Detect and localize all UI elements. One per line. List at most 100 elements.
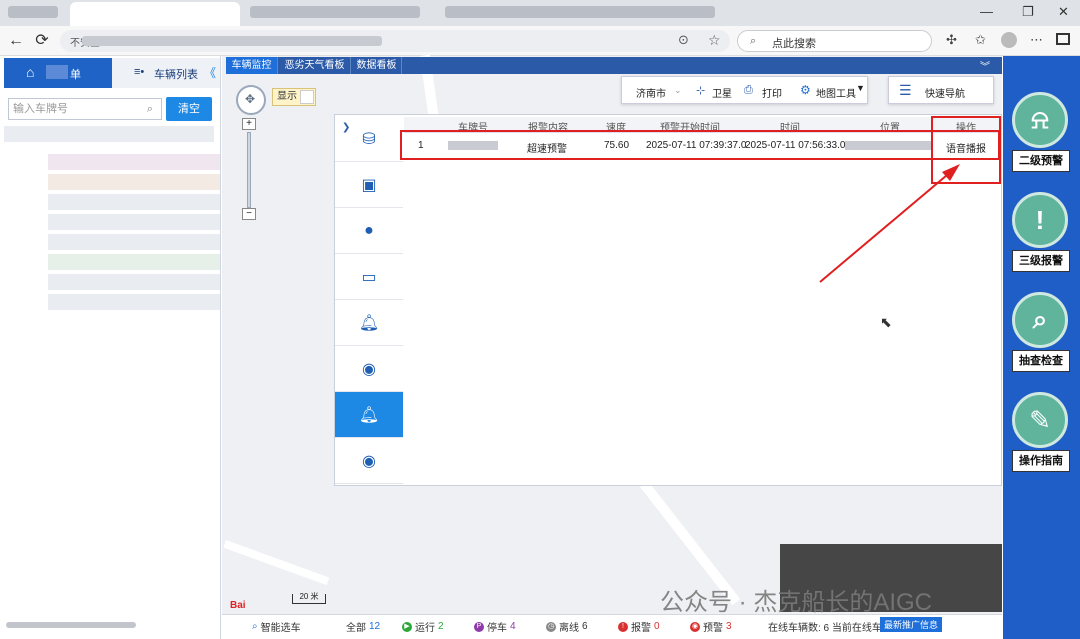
tab-data-board[interactable]: 数据看板 — [352, 57, 402, 74]
bell-active-icon[interactable]: 🔔︎ — [335, 392, 403, 438]
tree-row[interactable] — [48, 214, 220, 230]
refresh-icon[interactable]: ⟳ — [32, 31, 52, 51]
bell-icon[interactable]: 🔔︎ — [335, 300, 403, 346]
message-icon[interactable]: ● — [335, 208, 403, 254]
tree-row[interactable] — [4, 126, 214, 142]
shield-search-icon[interactable]: ⌕ — [1012, 292, 1068, 348]
spot-check-button[interactable]: 抽查检查 — [1012, 350, 1070, 372]
alarm-label: 报警 — [631, 623, 651, 634]
tab-weather-board[interactable]: 恶劣天气看板 — [279, 57, 351, 74]
zoom-track[interactable] — [247, 132, 251, 208]
offline-icon: ◷ — [546, 621, 556, 632]
alarm-icon: ! — [618, 621, 628, 632]
map-logo: Bai — [230, 600, 246, 611]
all-count: 12 — [369, 621, 381, 632]
map-tools-button[interactable]: 地图工具 — [816, 85, 856, 100]
level3-alarm-button[interactable]: 三级报警 — [1012, 250, 1070, 272]
filter-running[interactable]: ▶ 运行 2 — [402, 619, 444, 634]
search-placeholder: 点此搜索 — [772, 38, 816, 50]
search-icon: ⌕ — [146, 103, 153, 115]
smart-select-button[interactable]: ⌕ 智能选车 — [252, 619, 301, 634]
browser-tab[interactable] — [250, 6, 420, 18]
menu-lines-icon: ☰ — [899, 82, 912, 98]
tree-row[interactable] — [48, 234, 220, 250]
browser-tab[interactable] — [8, 6, 58, 18]
city-select[interactable]: 济南市 — [636, 85, 666, 100]
filter-warning[interactable]: ◉ 预警 3 — [690, 619, 732, 634]
refresh-info-button[interactable]: 最新推广信息 — [880, 617, 943, 632]
filter-offline[interactable]: ◷ 离线 6 — [546, 619, 588, 634]
offline-count: 6 — [582, 621, 588, 632]
browser-tab-active[interactable] — [70, 2, 240, 26]
siren-icon[interactable]: ⍾ — [1012, 92, 1068, 148]
tree-row[interactable] — [48, 154, 220, 170]
toggle-knob[interactable] — [300, 90, 314, 104]
warning-icon[interactable]: ! — [1012, 192, 1068, 248]
vehicle-alarm-icon[interactable]: ⛁ — [335, 116, 403, 162]
home-icon: ⌂ — [26, 64, 35, 80]
parked-label: 停车 — [487, 623, 507, 634]
more-icon[interactable]: ⊙ — [678, 32, 689, 48]
browser-tab[interactable] — [445, 6, 715, 18]
quick-nav-label: 快速导航 — [925, 89, 965, 100]
tree-row[interactable] — [48, 254, 220, 270]
running-icon: ▶ — [402, 621, 412, 632]
smart-select-label: 智能选车 — [260, 623, 301, 634]
zoom-out-icon[interactable]: − — [242, 208, 256, 220]
device-icon[interactable]: ▭ — [335, 254, 403, 300]
tab-list[interactable]: ⌂ 单 — [4, 58, 112, 88]
zoom-in-icon[interactable]: + — [242, 118, 256, 130]
pan-arrows-icon: ✥ — [245, 92, 256, 106]
avatar[interactable] — [1001, 32, 1017, 48]
zoom-slider[interactable]: + − — [242, 118, 258, 222]
back-icon[interactable]: ← — [6, 31, 26, 51]
warning-label: 预警 — [703, 623, 723, 634]
tab-vehicle-monitor[interactable]: 车辆监控 — [226, 57, 278, 74]
filter-all[interactable]: 全部 12 — [346, 619, 380, 634]
restore-icon[interactable]: ❐ — [1022, 4, 1034, 20]
list-icon: ≡• — [134, 66, 145, 78]
monitor-icon[interactable]: ▣ — [335, 162, 403, 208]
parked-icon: P — [474, 621, 484, 632]
pan-control[interactable]: ✥ — [236, 85, 266, 115]
alarm-clock-icon[interactable]: ◉ — [335, 346, 403, 392]
alarm-clock-icon[interactable]: ◉ — [335, 438, 403, 484]
watermark-text: 公众号 · 杰克船长的AIGC — [660, 589, 933, 616]
tab-vehicles[interactable]: ≡• 车辆列表 《 — [112, 58, 220, 88]
running-label: 运行 — [415, 623, 435, 634]
tree-row[interactable] — [48, 174, 220, 190]
chevron-down-icon: ⌄ — [674, 85, 682, 95]
collapse-icon[interactable]: 《 — [204, 64, 216, 81]
favorites-icon[interactable]: ✩ — [975, 32, 986, 48]
horizontal-scrollbar[interactable] — [6, 622, 136, 628]
vehicle-search-input[interactable]: 输入车牌号 ⌕ — [8, 98, 162, 120]
browser-search-box[interactable]: ⌕ 点此搜索 — [737, 30, 932, 52]
quick-nav-button[interactable]: ☰ 快速导航 — [888, 76, 994, 104]
print-icon: ⎙ — [744, 84, 753, 96]
annotation-arrow — [819, 164, 960, 283]
clear-button[interactable]: 清空 — [166, 97, 212, 121]
level2-warning-button[interactable]: 二级预警 — [1012, 150, 1070, 172]
show-toggle[interactable]: 显示 — [272, 88, 316, 106]
tree-row[interactable] — [48, 274, 220, 290]
extensions-icon[interactable]: ✣ — [946, 32, 957, 48]
menu-icon[interactable]: ⋯ — [1030, 32, 1043, 48]
warning-dot-icon: ◉ — [690, 621, 700, 632]
offline-label: 离线 — [559, 623, 579, 634]
minimize-icon[interactable]: — — [980, 4, 993, 19]
tree-row[interactable] — [48, 194, 220, 210]
map-scale: 20 米 — [292, 593, 326, 604]
satellite-button[interactable]: 卫星 — [712, 85, 732, 100]
favorite-icon[interactable]: ☆ — [708, 32, 721, 49]
print-button[interactable]: 打印 — [762, 85, 782, 100]
operation-guide-button[interactable]: 操作指南 — [1012, 450, 1070, 472]
running-count: 2 — [438, 621, 444, 632]
parked-count: 4 — [510, 621, 516, 632]
filter-parked[interactable]: P 停车 4 — [474, 619, 516, 634]
filter-alarm[interactable]: ! 报警 0 — [618, 619, 660, 634]
tree-row[interactable] — [48, 294, 220, 310]
close-icon[interactable]: ✕ — [1058, 4, 1069, 20]
expand-icon[interactable]: ︾ — [980, 58, 990, 73]
guide-doc-icon[interactable]: ✎ — [1012, 392, 1068, 448]
sidebar-icon[interactable] — [1056, 33, 1070, 45]
